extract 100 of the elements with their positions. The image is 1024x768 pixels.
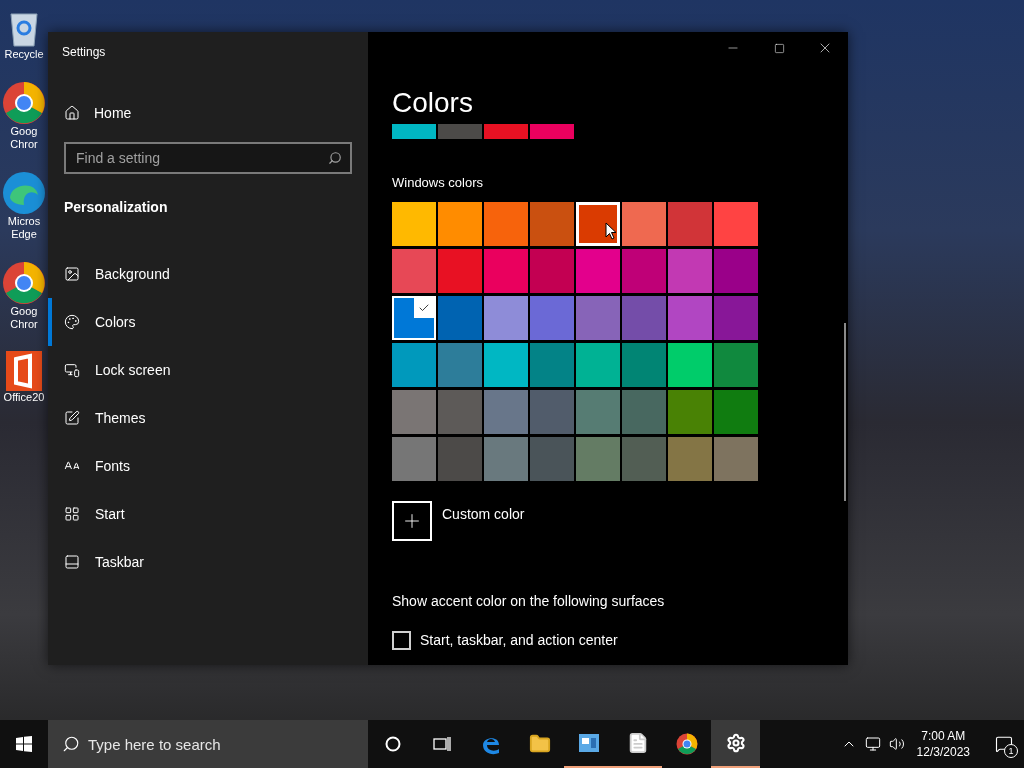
wave-circle-icon: [2, 171, 46, 215]
color-swatch[interactable]: [392, 389, 436, 434]
color-swatch[interactable]: [484, 342, 528, 387]
color-swatch[interactable]: [668, 295, 712, 340]
checkbox-label: Start, taskbar, and action center: [420, 630, 618, 650]
sidebar-item[interactable]: Background: [48, 250, 368, 298]
palette-icon: [64, 314, 80, 330]
checkbox[interactable]: [392, 630, 411, 650]
sidebar-item[interactable]: Themes: [48, 394, 368, 442]
circle-icon: [384, 736, 401, 752]
color-swatch[interactable]: [576, 295, 620, 340]
color-swatch[interactable]: [576, 436, 620, 481]
browser-circle-icon: [2, 261, 46, 305]
search-icon: [328, 151, 342, 165]
color-swatch[interactable]: [484, 248, 528, 293]
action-center-button[interactable]: 1: [984, 720, 1024, 768]
custom-color-label: Custom color: [442, 504, 525, 524]
color-swatch[interactable]: [576, 342, 620, 387]
clock[interactable]: 7:00 AM 12/3/2023: [916, 728, 970, 760]
sidebar-item[interactable]: Lock screen: [48, 346, 368, 394]
page-title: Colors: [392, 86, 474, 120]
color-swatch[interactable]: [438, 201, 482, 246]
search-field[interactable]: Find a setting: [64, 142, 352, 174]
color-swatch[interactable]: [622, 201, 666, 246]
sidebar-item[interactable]: Fonts: [48, 442, 368, 490]
color-swatch[interactable]: [438, 295, 482, 340]
color-swatch[interactable]: [622, 295, 666, 340]
color-swatch[interactable]: [622, 389, 666, 434]
color-swatch[interactable]: [530, 342, 574, 387]
section-label: Show accent color on the following surfaces: [392, 591, 666, 611]
desktop-icon-label[interactable]: Micros Edge: [0, 215, 48, 241]
mouse-pointer-icon: [605, 222, 617, 240]
color-swatch[interactable]: [668, 436, 712, 481]
color-swatch[interactable]: [714, 248, 758, 293]
search-icon: [62, 735, 80, 753]
desktop-icon-label[interactable]: Goog Chror: [0, 305, 48, 331]
browser-circle-icon: [2, 81, 46, 125]
color-swatch[interactable]: [438, 436, 482, 481]
office-door-icon: [6, 351, 42, 391]
picture-icon: [64, 266, 80, 282]
desktop-icon-label[interactable]: Office20: [0, 391, 48, 404]
color-swatch[interactable]: [392, 201, 436, 246]
color-swatch[interactable]: [392, 436, 436, 481]
color-swatch[interactable]: [714, 201, 758, 246]
settings-icon: [725, 733, 746, 753]
color-swatch[interactable]: [392, 342, 436, 387]
color-swatch[interactable]: [392, 248, 436, 293]
color-swatch[interactable]: [714, 342, 758, 387]
network-icon[interactable]: [864, 736, 881, 752]
desktop-icon-label[interactable]: Goog Chror: [0, 125, 48, 151]
color-swatch[interactable]: [668, 389, 712, 434]
color-swatch[interactable]: [438, 342, 482, 387]
color-swatch[interactable]: [622, 248, 666, 293]
color-swatch[interactable]: [484, 295, 528, 340]
message-icon: [995, 735, 1013, 753]
color-swatch[interactable]: [714, 436, 758, 481]
desktop-icon-label[interactable]: Recycle: [0, 48, 48, 61]
recent-color-swatch[interactable]: [438, 124, 482, 139]
color-swatch[interactable]: [484, 201, 528, 246]
color-swatch[interactable]: [668, 342, 712, 387]
color-swatch[interactable]: [576, 201, 620, 246]
section-heading: Personalization: [64, 198, 168, 217]
color-swatch[interactable]: [576, 389, 620, 434]
taskbar-icon: [64, 554, 80, 570]
windows-logo-icon: [16, 736, 32, 752]
pen-icon: [64, 410, 80, 426]
recent-color-swatch[interactable]: [530, 124, 574, 139]
window-title: Settings: [62, 44, 106, 61]
color-swatch[interactable]: [714, 389, 758, 434]
window-app-icon: [577, 733, 600, 753]
sidebar-item[interactable]: Start: [48, 490, 368, 538]
browser-circle-icon: [675, 733, 698, 755]
recent-color-swatch[interactable]: [392, 124, 436, 139]
color-swatch[interactable]: [530, 248, 574, 293]
custom-color-button[interactable]: [392, 500, 432, 541]
taskbar-app-button[interactable]: [711, 720, 760, 768]
notification-badge: 1: [1004, 744, 1018, 758]
clock-date: 12/3/2023: [916, 744, 970, 760]
color-swatch[interactable]: [576, 248, 620, 293]
color-swatch[interactable]: [438, 248, 482, 293]
color-swatch[interactable]: [484, 389, 528, 434]
color-swatch[interactable]: [714, 295, 758, 340]
color-swatch[interactable]: [438, 389, 482, 434]
home-link[interactable]: Home: [64, 99, 132, 127]
color-swatch[interactable]: [392, 295, 436, 340]
color-swatch[interactable]: [530, 389, 574, 434]
sidebar-item[interactable]: Taskbar: [48, 538, 368, 586]
color-swatch[interactable]: [484, 436, 528, 481]
taskbar-search-field[interactable]: Type here to search: [48, 720, 368, 768]
color-swatch[interactable]: [622, 436, 666, 481]
color-swatch[interactable]: [530, 436, 574, 481]
color-swatch[interactable]: [530, 295, 574, 340]
folder-icon: [528, 733, 551, 755]
screen-icon: [64, 362, 80, 378]
recent-color-swatch[interactable]: [484, 124, 528, 139]
color-swatch[interactable]: [668, 248, 712, 293]
color-swatch[interactable]: [668, 201, 712, 246]
clock-time: 7:00 AM: [921, 728, 966, 744]
color-swatch[interactable]: [622, 342, 666, 387]
color-swatch[interactable]: [530, 201, 574, 246]
